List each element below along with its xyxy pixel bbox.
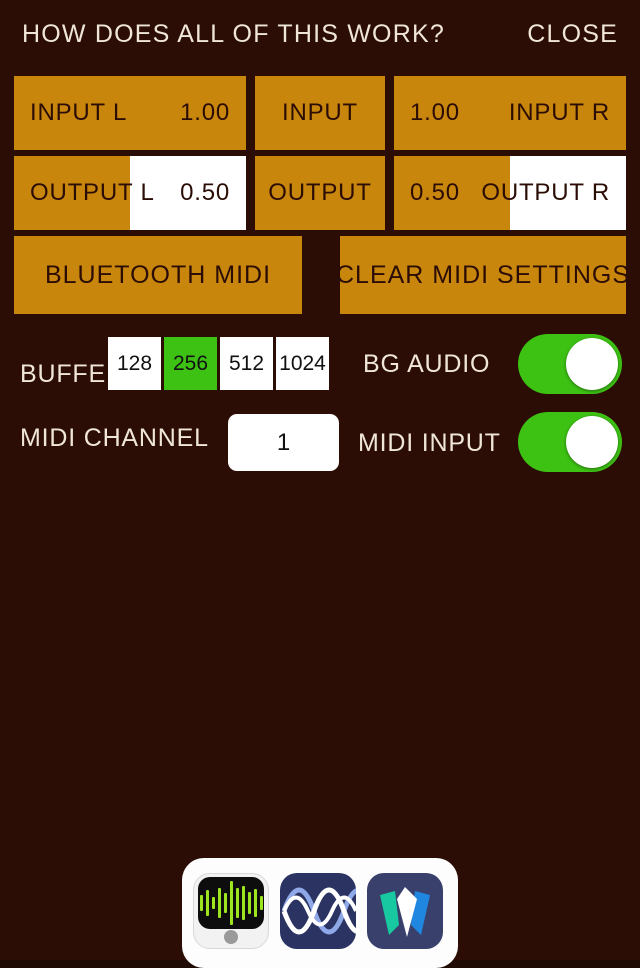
input-right-slider[interactable]: 1.00 INPUT R — [394, 76, 626, 150]
sine-wave-glyph — [281, 887, 356, 935]
output-right-value: 0.50 — [410, 179, 460, 206]
input-right-label: INPUT R — [508, 99, 610, 126]
buffer-option-1024[interactable]: 1024 — [276, 337, 329, 390]
output-button-label: OUTPUT — [268, 179, 372, 206]
page-title: HOW DOES ALL OF THIS WORK? — [22, 20, 445, 48]
output-left-slider[interactable]: OUTPUT L 0.50 — [14, 156, 246, 230]
output-left-label: OUTPUT L — [30, 179, 155, 206]
input-button[interactable]: INPUT — [255, 76, 385, 150]
recorder-waveform-display — [198, 877, 264, 929]
input-left-slider[interactable]: INPUT L 1.00 — [14, 76, 246, 150]
buffer-option-128[interactable]: 128 — [108, 337, 161, 390]
output-button[interactable]: OUTPUT — [255, 156, 385, 230]
output-right-slider[interactable]: 0.50 OUTPUT R — [394, 156, 626, 230]
buffer-option-256[interactable]: 256 — [164, 337, 217, 390]
chevron-app-icon[interactable] — [367, 873, 443, 949]
bg-audio-label: BG AUDIO — [363, 349, 491, 378]
midi-channel-field[interactable]: 1 — [228, 414, 339, 471]
input-left-value: 1.00 — [180, 99, 230, 126]
midi-input-toggle[interactable] — [518, 412, 622, 472]
chevron-glyph — [380, 887, 430, 937]
app-dock — [182, 858, 458, 968]
close-button[interactable]: CLOSE — [527, 20, 618, 49]
midi-input-toggle-knob — [566, 416, 618, 468]
output-left-value: 0.50 — [180, 179, 230, 206]
output-right-label: OUTPUT R — [481, 179, 610, 206]
input-left-label: INPUT L — [30, 99, 128, 126]
midi-input-label: MIDI INPUT — [358, 428, 501, 457]
sine-wave-synth-icon[interactable] — [280, 873, 356, 949]
buffer-segmented-control[interactable]: 128 256 512 1024 — [108, 337, 332, 390]
bg-audio-toggle[interactable] — [518, 334, 622, 394]
buffer-option-512[interactable]: 512 — [220, 337, 273, 390]
header-bar: HOW DOES ALL OF THIS WORK? CLOSE — [0, 0, 640, 68]
clear-midi-settings-button[interactable]: CLEAR MIDI SETTINGS — [336, 236, 629, 314]
input-button-label: INPUT — [282, 99, 358, 126]
audiobus-recorder-icon[interactable] — [193, 873, 269, 949]
bg-audio-toggle-knob — [566, 338, 618, 390]
midi-channel-label: MIDI CHANNEL — [20, 424, 209, 452]
home-button-dot — [224, 930, 238, 944]
input-right-value: 1.00 — [410, 99, 460, 126]
bluetooth-midi-button[interactable]: BLUETOOTH MIDI — [14, 236, 302, 314]
